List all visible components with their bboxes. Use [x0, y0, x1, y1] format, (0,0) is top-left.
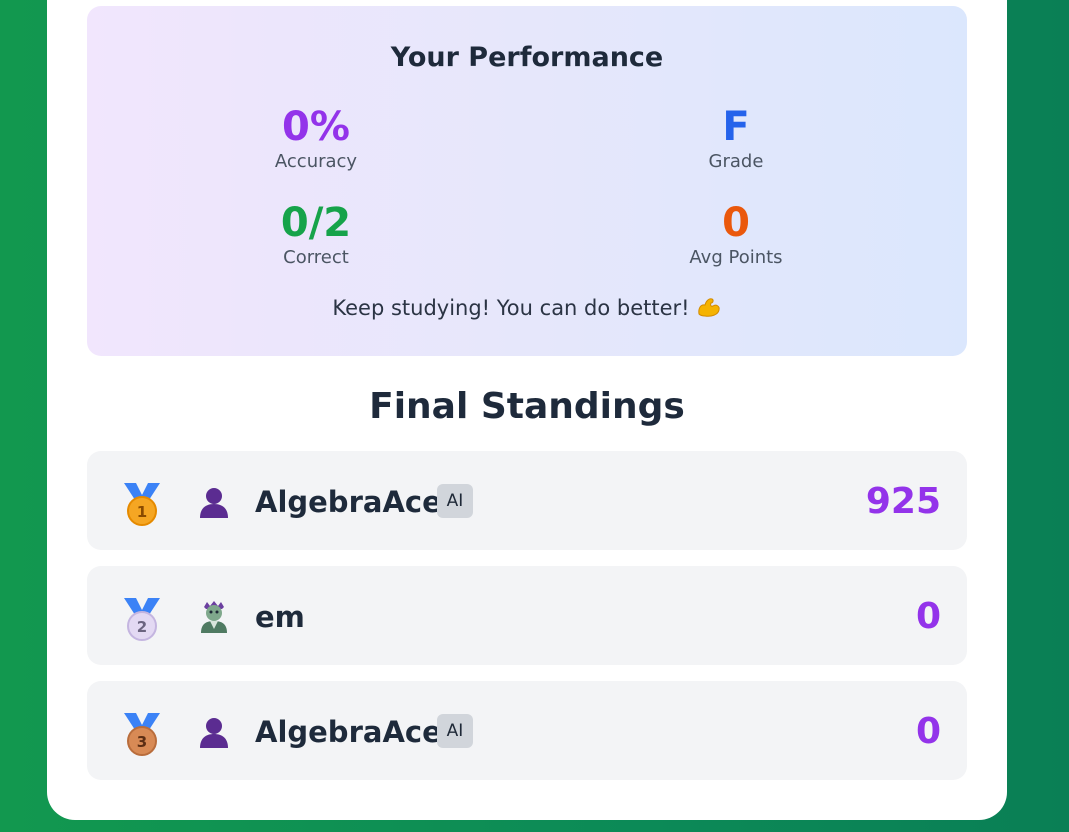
standings-title: Final Standings	[369, 386, 685, 427]
correct-label: Correct	[283, 247, 349, 268]
medal-rank-text: 3	[137, 733, 147, 751]
correct-stat: 0/2 Correct	[166, 200, 466, 270]
player-score: 0	[915, 596, 941, 637]
grade-value: F	[722, 104, 750, 150]
accuracy-label: Accuracy	[274, 151, 358, 172]
encouragement-message: Keep studying! You can do better!	[87, 296, 967, 320]
accuracy-stat: 0% Accuracy	[166, 104, 466, 174]
results-card: Your Performance 0% Accuracy F Grade 0/2…	[47, 0, 1007, 820]
ai-badge: AI	[437, 714, 473, 748]
performance-panel: Your Performance 0% Accuracy F Grade 0/2…	[87, 6, 967, 356]
flexed-biceps-icon	[696, 296, 722, 318]
medal-rank-text: 1	[137, 503, 147, 521]
person-silhouette-icon	[196, 714, 232, 750]
zombie-icon	[196, 599, 232, 635]
encouragement-text: Keep studying! You can do better!	[332, 296, 690, 320]
bronze-medal-icon: 3	[121, 711, 163, 757]
standing-row: 1 AlgebraAce AI 925	[87, 451, 967, 550]
player-score: 0	[915, 711, 941, 752]
grade-stat: F Grade	[586, 104, 886, 174]
standing-row: 3 AlgebraAce AI 0	[87, 681, 967, 780]
gold-medal-icon: 1	[121, 481, 163, 527]
player-name: AlgebraAce	[255, 715, 442, 749]
player-score: 925	[865, 481, 941, 522]
silver-medal-icon: 2	[121, 596, 163, 642]
player-name: AlgebraAce	[255, 485, 442, 519]
avg-points-label: Avg Points	[689, 247, 783, 268]
performance-title: Your Performance	[390, 42, 664, 73]
avg-points-value: 0	[722, 200, 750, 246]
grade-label: Grade	[708, 151, 764, 172]
standing-row: 2 em 0	[87, 566, 967, 665]
accuracy-value: 0%	[282, 104, 350, 150]
correct-value: 0/2	[280, 200, 352, 246]
medal-rank-text: 2	[137, 618, 147, 636]
player-name: em	[255, 600, 305, 634]
ai-badge: AI	[437, 484, 473, 518]
avg-points-stat: 0 Avg Points	[586, 200, 886, 270]
person-silhouette-icon	[196, 484, 232, 520]
